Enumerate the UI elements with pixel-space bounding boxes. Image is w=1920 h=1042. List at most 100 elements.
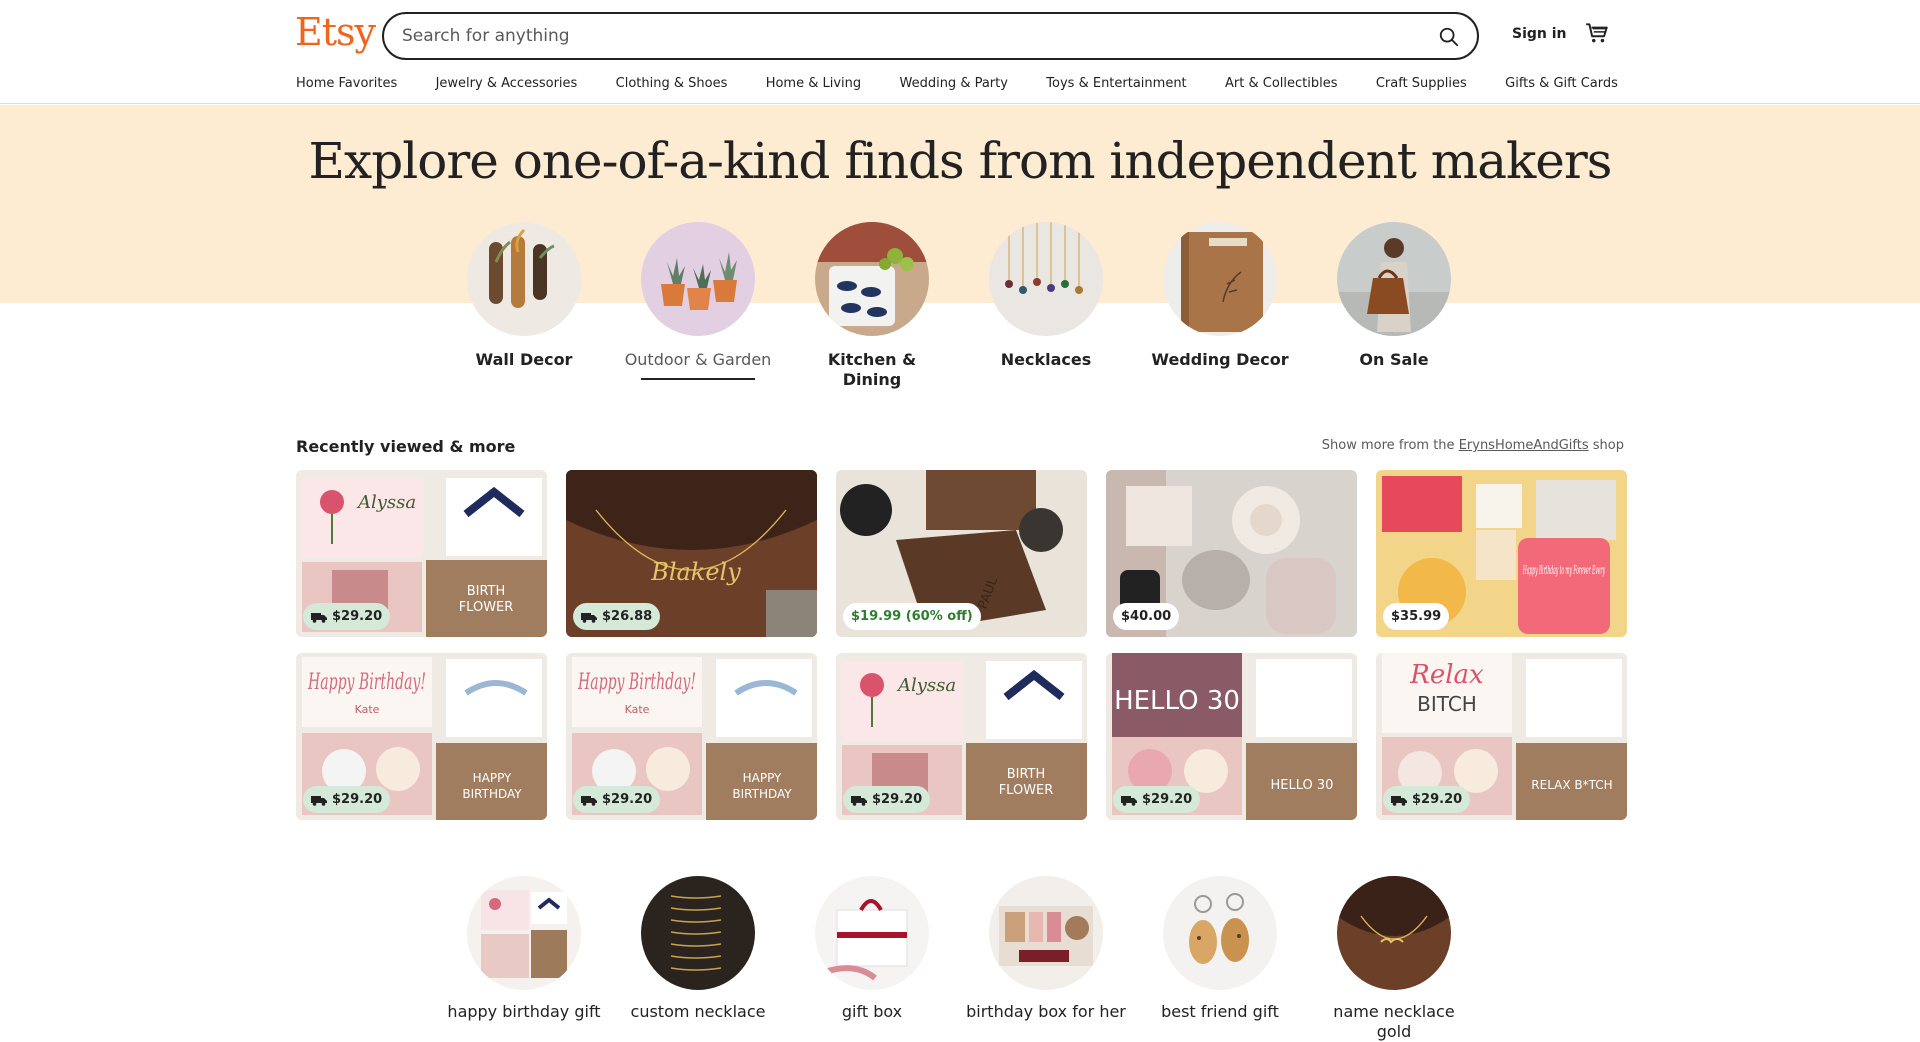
category-kitchen-dining[interactable]: Kitchen & Dining (797, 222, 947, 390)
product-tile[interactable]: Blakely $26.88 (566, 470, 817, 637)
search-image (989, 876, 1103, 990)
site-header: Etsy Sign in Home Favorites Jewelry & Acc… (0, 0, 1920, 104)
search-input[interactable] (402, 14, 1382, 58)
category-label: Wall Decor (475, 350, 573, 369)
nav-clothing-shoes[interactable]: Clothing & Shoes (616, 76, 728, 91)
price-badge: $29.20 (573, 786, 661, 813)
truck-icon (1121, 795, 1137, 806)
nav-art-collectibles[interactable]: Art & Collectibles (1225, 76, 1337, 91)
tile-card-line2: FLOWER (459, 600, 514, 615)
search-label: custom necklace (630, 1002, 766, 1021)
search-bar[interactable] (382, 12, 1479, 60)
price-badge: $19.99 (60% off) (843, 603, 981, 630)
search-best-friend-gift[interactable]: best friend gift (1140, 876, 1300, 1022)
truck-icon (1391, 795, 1407, 806)
search-label: name necklace gold (1333, 1002, 1455, 1041)
price-text: $29.20 (602, 792, 653, 807)
category-label: On Sale (1359, 350, 1429, 369)
nav-home-favorites[interactable]: Home Favorites (296, 76, 397, 91)
category-necklaces[interactable]: Necklaces (971, 222, 1121, 370)
nav-home-living[interactable]: Home & Living (766, 76, 861, 91)
tile-card-line1: BIRTH (1007, 767, 1046, 782)
search-image (467, 876, 581, 990)
price-text: $40.00 (1121, 609, 1172, 624)
price-text: $29.20 (1142, 792, 1193, 807)
recently-viewed-title: Recently viewed & more (296, 437, 516, 456)
product-tile[interactable]: Relax BITCH RELAX B*TCH $29.20 (1376, 653, 1627, 820)
shop-link[interactable]: ErynsHomeAndGifts (1459, 438, 1589, 453)
truck-icon (581, 795, 597, 806)
tile-name-text: BITCH (1417, 692, 1477, 716)
search-button[interactable] (1431, 19, 1467, 55)
category-label: Necklaces (1000, 350, 1092, 369)
tile-card-line2: BIRTHDAY (732, 787, 792, 801)
etsy-logo[interactable]: Etsy (295, 10, 376, 54)
search-label: best friend gift (1161, 1002, 1279, 1021)
search-image (1337, 876, 1451, 990)
category-wall-decor[interactable]: Wall Decor (449, 222, 599, 370)
price-text: $19.99 (60% off) (851, 609, 973, 624)
tile-script-text: Happy Birthday! (577, 670, 696, 695)
active-underline (641, 378, 755, 380)
product-tile[interactable]: Alyssa BIRTH FLOWER $29.20 (296, 470, 547, 637)
search-gift-box[interactable]: gift box (792, 876, 952, 1022)
category-image (641, 222, 755, 336)
search-image (641, 876, 755, 990)
price-badge: $29.20 (843, 786, 931, 813)
category-wedding-decor[interactable]: Wedding Decor (1145, 222, 1295, 370)
nav-wedding-party[interactable]: Wedding & Party (899, 76, 1007, 91)
product-tile[interactable]: Alyssa BIRTH FLOWER $29.20 (836, 653, 1087, 820)
tile-script-text: Happy Birthday! (307, 670, 426, 695)
category-label: Kitchen & Dining (827, 350, 917, 389)
nav-craft-supplies[interactable]: Craft Supplies (1376, 76, 1467, 91)
nav-jewelry-accessories[interactable]: Jewelry & Accessories (436, 76, 578, 91)
price-badge: $35.99 (1383, 603, 1450, 630)
cart-icon (1586, 23, 1608, 43)
tile-jar-text: Happy Birthday to my Forever Every (1523, 563, 1605, 577)
search-happy-birthday-gift[interactable]: happy birthday gift (444, 876, 604, 1022)
sign-in-link[interactable]: Sign in (1512, 26, 1567, 42)
search-birthday-box-for-her[interactable]: birthday box for her (966, 876, 1126, 1022)
category-nav: Home Favorites Jewelry & Accessories Cloth… (296, 76, 1618, 91)
tile-name-text: Kate (625, 703, 650, 716)
search-custom-necklace[interactable]: custom necklace (618, 876, 778, 1022)
price-badge: $29.20 (303, 603, 391, 630)
search-image (815, 876, 929, 990)
truck-icon (311, 612, 327, 623)
category-image (1163, 222, 1277, 336)
cart-button[interactable] (1584, 20, 1614, 50)
price-badge: $29.20 (303, 786, 391, 813)
category-outdoor-garden[interactable]: Outdoor & Garden (623, 222, 773, 380)
tile-script-text: Relax (1409, 660, 1484, 690)
search-name-necklace-gold[interactable]: name necklace gold (1314, 876, 1474, 1042)
truck-icon (851, 795, 867, 806)
price-text: $29.20 (872, 792, 923, 807)
category-on-sale[interactable]: On Sale (1319, 222, 1469, 370)
product-tile[interactable]: Happy Birthday to my Forever Every $35.99 (1376, 470, 1627, 637)
product-tile[interactable]: $40.00 (1106, 470, 1357, 637)
product-tile[interactable]: HELLO 30 HELLO 30 $29.20 (1106, 653, 1357, 820)
hero-title: Explore one-of-a-kind finds from indepen… (308, 132, 1613, 190)
tile-name-text: Kate (355, 703, 380, 716)
search-label: birthday box for her (966, 1002, 1126, 1021)
search-image (1163, 876, 1277, 990)
nav-gifts-gift-cards[interactable]: Gifts & Gift Cards (1505, 76, 1618, 91)
search-label: gift box (841, 1002, 903, 1021)
category-image (467, 222, 581, 336)
tile-card-line1: HELLO 30 (1271, 778, 1334, 793)
tile-script-text: HELLO 30 (1114, 686, 1240, 716)
product-tile[interactable]: Happy Birthday! Kate HAPPY BIRTHDAY $29.20 (296, 653, 547, 820)
search-label: happy birthday gift (447, 1002, 601, 1021)
category-image (815, 222, 929, 336)
product-tile[interactable]: Happy Birthday! Kate HAPPY BIRTHDAY $29.20 (566, 653, 817, 820)
show-more-suffix: shop (1592, 438, 1624, 453)
category-label: Outdoor & Garden (624, 350, 772, 369)
category-image (989, 222, 1103, 336)
price-badge: $40.00 (1113, 603, 1180, 630)
product-tile[interactable]: PAUL $19.99 (60% off) (836, 470, 1087, 637)
search-icon (1439, 27, 1459, 47)
tile-card-line2: FLOWER (999, 783, 1054, 798)
tile-card-line1: BIRTH (467, 584, 506, 599)
nav-toys-entertainment[interactable]: Toys & Entertainment (1046, 76, 1186, 91)
tile-card-line2: BIRTHDAY (462, 787, 522, 801)
